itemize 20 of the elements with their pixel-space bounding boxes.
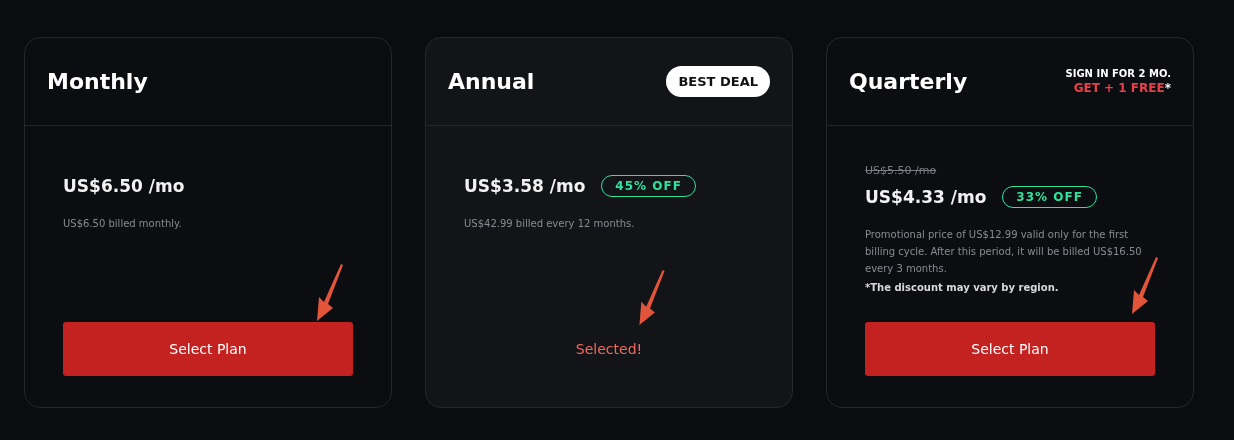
select-plan-button[interactable]: Select Plan: [63, 322, 353, 376]
old-price: US$5.50 /mo: [865, 164, 938, 178]
billing-note: US$42.99 billed every 12 months.: [464, 217, 636, 231]
deal-badge: BEST DEAL: [666, 66, 770, 97]
price: US$4.33 /mo: [865, 187, 987, 207]
select-plan-button[interactable]: Select Plan: [865, 322, 1155, 376]
plan-title: Quarterly: [849, 69, 968, 94]
disclaimer: *The discount may vary by region.: [865, 282, 1060, 293]
plan-title: Monthly: [47, 69, 148, 94]
billing-note: Promotional price of US$12.99 valid only for the first billing cycle. After this period, it will be billed US$16.50 every 3 months.: [865, 228, 1143, 276]
promo-offer: GET + 1 FREE: [1073, 81, 1165, 95]
price: US$6.50 /mo: [63, 176, 185, 196]
plan-title: Annual: [448, 69, 535, 94]
price: US$3.58 /mo: [464, 176, 586, 196]
pointer-arrow-icon: [315, 264, 343, 322]
footnote-mark: *: [1164, 81, 1171, 95]
pointer-arrow-icon: [1130, 257, 1158, 315]
selected-label: Selected!: [574, 340, 644, 359]
promo-text: SIGN IN FOR 2 MO.: [1065, 68, 1171, 79]
billing-note: US$6.50 billed monthly.: [63, 217, 183, 231]
